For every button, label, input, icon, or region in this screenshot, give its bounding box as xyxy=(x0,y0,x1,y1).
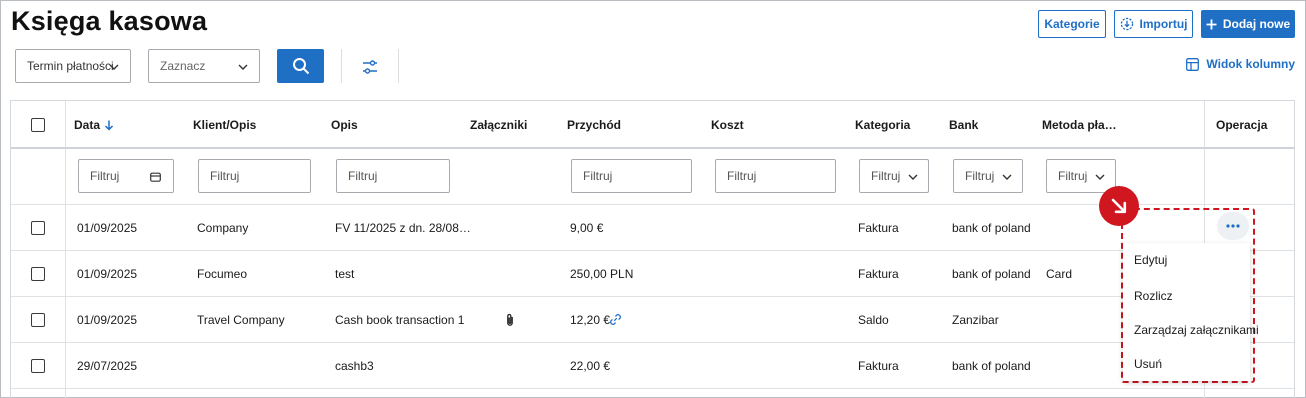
row-client: Focumeo xyxy=(197,267,248,281)
import-icon xyxy=(1120,17,1133,31)
categories-label: Kategorie xyxy=(1044,17,1100,31)
calendar-icon xyxy=(150,172,161,182)
chevron-down-icon xyxy=(1095,174,1105,180)
filter-settings-icon[interactable] xyxy=(360,57,380,77)
income-filter-input[interactable]: Filtruj xyxy=(571,159,692,193)
menu-item-settle[interactable]: Rozlicz xyxy=(1134,289,1173,303)
row-checkbox[interactable] xyxy=(31,221,45,235)
chevron-down-icon xyxy=(238,64,248,70)
row-income: 22,00 € xyxy=(570,359,611,373)
method-filter-select[interactable]: Filtruj xyxy=(1046,159,1116,193)
row-bank: bank of poland xyxy=(952,267,1031,281)
table-row[interactable]: 01/09/2025 Focumeo test 250,00 PLN Faktu… xyxy=(11,251,1294,297)
plus-icon xyxy=(1206,19,1217,29)
row-method: Card xyxy=(1046,267,1073,281)
cost-filter-placeholder: Filtruj xyxy=(727,169,757,183)
menu-item-edit[interactable]: Edytuj xyxy=(1134,253,1167,267)
row-income: 250,00 PLN xyxy=(570,267,634,281)
cost-filter-input[interactable]: Filtruj xyxy=(715,159,836,193)
row-checkbox[interactable] xyxy=(31,267,45,281)
category-filter-placeholder: Filtruj xyxy=(871,169,901,183)
column-view-label: Widok kolumny xyxy=(1206,57,1295,71)
page-title: Księga kasowa xyxy=(11,6,208,36)
row-date: 01/09/2025 xyxy=(77,221,138,235)
row-bank: Zanzibar xyxy=(952,313,999,327)
due-date-select[interactable]: Termin płatności xyxy=(15,49,131,83)
column-header-income[interactable]: Przychód xyxy=(567,118,621,132)
column-header-category[interactable]: Kategoria xyxy=(855,118,910,132)
category-filter-select[interactable]: Filtruj xyxy=(859,159,929,193)
paperclip-icon[interactable] xyxy=(505,313,515,327)
bank-filter-placeholder: Filtruj xyxy=(965,169,995,183)
row-checkbox[interactable] xyxy=(31,359,45,373)
row-context-menu: Edytuj Rozlicz Zarządzaj załącznikami Us… xyxy=(1123,243,1259,381)
column-header-date-label: Data xyxy=(74,118,101,132)
row-income: 12,20 € xyxy=(570,313,611,327)
chevron-down-icon xyxy=(109,64,119,70)
mark-select-value: Zaznacz xyxy=(160,59,206,73)
import-button[interactable]: Importuj xyxy=(1114,10,1193,38)
link-icon[interactable] xyxy=(608,312,623,327)
row-category: Saldo xyxy=(858,313,889,327)
sort-down-icon xyxy=(104,120,114,131)
due-date-select-value: Termin płatności xyxy=(27,59,114,73)
row-category: Faktura xyxy=(858,359,899,373)
column-header-attachments[interactable]: Załączniki xyxy=(470,118,527,132)
method-filter-placeholder: Filtruj xyxy=(1058,169,1088,183)
select-all-checkbox[interactable] xyxy=(31,118,45,132)
income-filter-placeholder: Filtruj xyxy=(583,169,613,183)
toolbar-divider xyxy=(341,49,342,83)
toolbar-divider xyxy=(398,49,399,83)
table-row[interactable]: 01/09/2025 Travel Company Cash book tran… xyxy=(11,297,1294,343)
row-date: 01/09/2025 xyxy=(77,267,138,281)
search-button[interactable] xyxy=(277,49,324,83)
column-header-method[interactable]: Metoda pła… xyxy=(1042,118,1117,132)
mark-select[interactable]: Zaznacz xyxy=(148,49,260,83)
chevron-down-icon xyxy=(908,174,918,180)
categories-button[interactable]: Kategorie xyxy=(1038,10,1106,38)
row-description: test xyxy=(335,267,355,281)
row-category: Faktura xyxy=(858,267,899,281)
row-date: 29/07/2025 xyxy=(77,359,138,373)
row-description: FV 11/2025 z dn. 28/08… xyxy=(335,221,471,235)
column-view-icon xyxy=(1186,57,1200,71)
menu-item-delete[interactable]: Usuń xyxy=(1134,357,1162,371)
bank-filter-select[interactable]: Filtruj xyxy=(953,159,1023,193)
add-new-button[interactable]: Dodaj nowe xyxy=(1201,10,1295,38)
pointer-badge xyxy=(1099,186,1139,226)
row-client: Company xyxy=(197,221,249,235)
column-view-button[interactable]: Widok kolumny xyxy=(1186,57,1295,71)
row-checkbox[interactable] xyxy=(31,313,45,327)
cashbook-table: Data Klient/Opis Opis Załączniki Przychó… xyxy=(10,100,1295,398)
row-client: Travel Company xyxy=(197,313,285,327)
column-header-client[interactable]: Klient/Opis xyxy=(193,118,256,132)
add-new-label: Dodaj nowe xyxy=(1222,17,1291,31)
row-income: 9,00 € xyxy=(570,221,604,235)
row-description: cashb3 xyxy=(335,359,374,373)
row-category: Faktura xyxy=(858,221,899,235)
menu-item-manage-attachments[interactable]: Zarządzaj załącznikami xyxy=(1134,323,1259,337)
row-bank: bank of poland xyxy=(952,359,1031,373)
column-header-bank[interactable]: Bank xyxy=(949,118,978,132)
row-description: Cash book transaction 1 xyxy=(335,313,465,327)
row-bank: bank of poland xyxy=(952,221,1031,235)
description-filter-placeholder: Filtruj xyxy=(348,169,378,183)
arrow-down-right-icon xyxy=(1111,198,1127,214)
description-filter-input[interactable]: Filtruj xyxy=(336,159,450,193)
import-label: Importuj xyxy=(1139,17,1188,31)
column-header-date[interactable]: Data xyxy=(74,118,114,132)
date-filter-input[interactable]: Filtruj xyxy=(78,159,174,193)
client-filter-input[interactable]: Filtruj xyxy=(198,159,311,193)
table-header-row: Data Klient/Opis Opis Załączniki Przychó… xyxy=(11,101,1294,149)
table-row[interactable]: 29/07/2025 cashb3 22,00 € Faktura bank o… xyxy=(11,343,1294,389)
row-date: 01/09/2025 xyxy=(77,313,138,327)
client-filter-placeholder: Filtruj xyxy=(210,169,240,183)
chevron-down-icon xyxy=(1002,174,1012,180)
column-header-cost[interactable]: Koszt xyxy=(711,118,744,132)
column-header-description[interactable]: Opis xyxy=(331,118,358,132)
date-filter-placeholder: Filtruj xyxy=(90,169,120,183)
column-header-operation: Operacja xyxy=(1216,118,1268,132)
search-icon xyxy=(292,58,309,75)
